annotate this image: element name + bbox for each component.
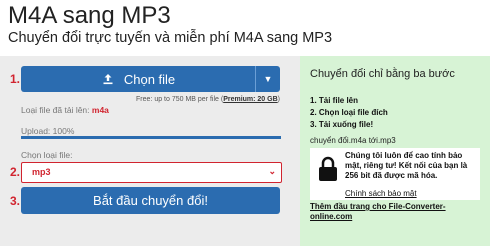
uploaded-type-label: Loại file đã tải lên: m4a [21, 105, 109, 115]
uploaded-type-value: m4a [91, 105, 109, 115]
select-type-label: Chọn loại file: [21, 150, 73, 160]
bookmark-link[interactable]: Thêm đầu trang cho File-Converter-online… [310, 202, 485, 222]
start-conversion-button[interactable]: Bắt đầu chuyển đổi! [21, 187, 280, 214]
target-format-select[interactable]: mp3 ⌄ [21, 162, 282, 183]
choose-file-label: Chọn file [123, 71, 176, 87]
security-text: Chúng tôi luôn để cao tính bảo mật, riên… [345, 151, 468, 180]
upload-icon [103, 74, 113, 85]
step-number-2: 2. [10, 165, 21, 179]
target-format-value: mp3 [32, 167, 51, 177]
info-step-1: 1. Tải file lên [310, 96, 359, 105]
upload-progress-text: Upload: 100% [21, 126, 75, 136]
choose-file-main[interactable]: Chọn file [21, 66, 256, 92]
info-step-2: 2. Chọn loại file đích [310, 108, 388, 117]
lock-icon [319, 156, 337, 181]
conversion-text: chuyển đổi.m4a tới.mp3 [310, 136, 396, 145]
security-box: Chúng tôi luôn để cao tính bảo mật, riên… [310, 148, 480, 200]
chevron-down-icon: ⌄ [268, 166, 276, 176]
privacy-policy-link[interactable]: Chính sách bảo mật [345, 189, 417, 198]
page-subtitle: Chuyển đổi trực tuyến và miễn phí M4A sa… [8, 30, 333, 46]
info-step-3: 3. Tải xuống file! [310, 120, 374, 129]
choose-file-button[interactable]: Chọn file ▼ [21, 66, 280, 92]
premium-link[interactable]: Premium: 20 GB [223, 96, 277, 103]
info-steps: 1. Tải file lên 2. Chọn loại file đích 3… [310, 95, 388, 131]
step-number-3: 3. [10, 194, 21, 208]
free-limit-note: Free: up to 750 MB per file (Premium: 20… [136, 96, 280, 103]
chevron-down-icon[interactable]: ▼ [255, 66, 280, 92]
upload-progress-bar [21, 136, 281, 139]
page-title: M4A sang MP3 [8, 2, 171, 29]
step-number-1: 1. [10, 72, 21, 86]
info-title: Chuyển đổi chỉ bằng ba bước [310, 68, 455, 80]
info-panel: Chuyển đổi chỉ bằng ba bước 1. Tải file … [300, 56, 490, 246]
